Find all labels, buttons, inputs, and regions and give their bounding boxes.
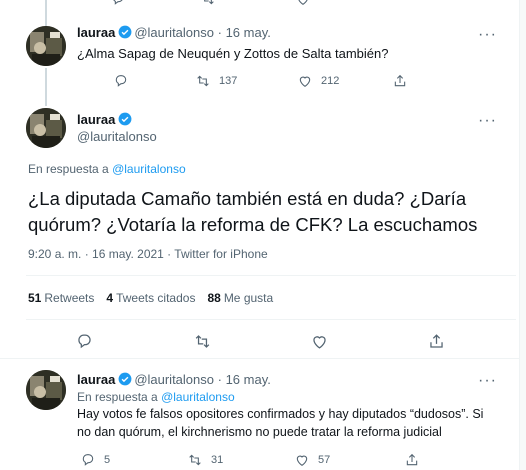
retweet-icon	[195, 335, 210, 348]
reply-icon	[115, 75, 127, 87]
reply-action[interactable]	[75, 332, 193, 351]
main-tweet-text: ¿La diputada Camaño también está en duda…	[28, 188, 478, 235]
author-name[interactable]: lauraa	[77, 25, 115, 40]
divider	[26, 275, 516, 276]
reply-tweet-actions: 5 31 57	[80, 452, 420, 468]
reply-icon	[82, 454, 94, 466]
quotes-stat-label: Tweets citados	[116, 291, 196, 305]
more-options-icon[interactable]: ···	[478, 373, 496, 394]
divider	[26, 319, 516, 320]
top-clipped-actions	[110, 0, 410, 7]
retweet-icon	[189, 454, 201, 466]
heart-icon	[296, 455, 308, 466]
separator-dot: ·	[214, 25, 226, 40]
tweet-thread: lauraa @lauritalonso · 16 may. ··· ¿Alma …	[0, 0, 526, 470]
clipped-reply-action[interactable]	[110, 0, 200, 7]
like-action[interactable]: 57	[294, 452, 404, 468]
author-handle[interactable]: @lauritalonso	[134, 372, 214, 387]
tweet-stats: 51 Retweets 4 Tweets citados 88 Me gusta	[28, 291, 285, 305]
tweet-metadata[interactable]: 9:20 a. m. · 16 may. 2021 · Twitter for …	[28, 247, 268, 261]
share-action[interactable]	[427, 332, 446, 351]
retweet-action[interactable]: 137	[195, 73, 297, 89]
main-tweet-author: lauraa @lauritalonso	[77, 111, 157, 145]
like-action[interactable]: 212	[297, 73, 392, 89]
thread-line-middle	[45, 68, 47, 106]
tweet-text: Hay votos fe falsos opositores confirmad…	[77, 407, 484, 439]
reply-tweet-header: lauraa @lauritalonso · 16 may.	[77, 371, 271, 389]
author-name[interactable]: lauraa	[77, 112, 115, 127]
avatar-photo	[26, 370, 66, 410]
clipped-retweet-action[interactable]	[200, 0, 295, 7]
retweets-stat-label: Retweets	[44, 291, 95, 305]
heart-icon	[313, 336, 326, 349]
verified-badge-icon	[118, 372, 132, 386]
retweets-stat-count: 51	[28, 291, 42, 305]
retweet-icon	[197, 75, 209, 87]
likes-stat-label: Me gusta	[223, 291, 274, 305]
reply-to-handle[interactable]: @lauritalonso	[112, 162, 186, 176]
like-count: 212	[321, 75, 340, 87]
retweet-action[interactable]	[193, 332, 310, 351]
retweet-count: 31	[211, 454, 224, 466]
retweets-stat[interactable]: 51 Retweets	[28, 291, 94, 305]
author-handle[interactable]: @lauritalonso	[134, 25, 214, 40]
reply-context: En respuesta a @lauritalonso	[77, 390, 235, 404]
share-action[interactable]	[392, 73, 408, 89]
author-name[interactable]: lauraa	[77, 372, 115, 387]
reply-prefix: En respuesta a	[77, 390, 158, 404]
separator-dot: ·	[214, 372, 226, 387]
retweet-count: 137	[219, 75, 238, 87]
verified-badge-icon	[118, 25, 132, 39]
avatar[interactable]	[26, 26, 66, 66]
retweet-icon	[204, 0, 214, 5]
more-options-icon[interactable]: ···	[478, 113, 496, 134]
likes-stat-count: 88	[207, 291, 221, 305]
reply-action[interactable]: 5	[80, 452, 187, 468]
thread-line-top	[45, 0, 47, 26]
avatar-photo	[26, 108, 66, 148]
share-action[interactable]	[404, 452, 420, 468]
reply-to-handle[interactable]: @lauritalonso	[161, 390, 235, 404]
reply-icon	[113, 0, 123, 5]
tweet-date[interactable]: 16 may.	[226, 25, 271, 40]
reply-prefix: En respuesta a	[28, 162, 109, 176]
avatar[interactable]	[26, 370, 66, 410]
verified-badge-icon	[118, 112, 132, 126]
main-tweet-actions	[75, 332, 446, 351]
reply-icon	[78, 334, 91, 349]
share-icon	[394, 74, 406, 87]
reply-count: 5	[104, 454, 111, 466]
share-icon	[430, 334, 443, 348]
retweet-action[interactable]: 31	[187, 452, 294, 468]
tweet-text: ¿Alma Sapag de Neuquén y Zottos de Salta…	[77, 46, 389, 61]
heart-icon	[298, 0, 308, 5]
clipped-like-action[interactable]	[295, 0, 311, 7]
top-tweet-actions: 137 212	[113, 73, 408, 89]
like-action[interactable]	[310, 332, 427, 351]
page-scroll-edge	[519, 0, 526, 470]
likes-stat[interactable]: 88 Me gusta	[207, 291, 273, 305]
divider	[0, 358, 526, 359]
avatar[interactable]	[26, 108, 66, 148]
tweet-date[interactable]: 16 may.	[226, 372, 271, 387]
top-tweet-header: lauraa @lauritalonso · 16 may.	[77, 24, 271, 42]
quotes-stat[interactable]: 4 Tweets citados	[106, 291, 195, 305]
avatar-photo	[26, 26, 66, 66]
reply-action[interactable]	[113, 73, 195, 89]
share-icon	[406, 453, 418, 466]
like-count: 57	[318, 454, 331, 466]
quotes-stat-count: 4	[106, 291, 114, 305]
reply-context: En respuesta a @lauritalonso	[28, 162, 186, 176]
author-handle[interactable]: @lauritalonso	[77, 128, 157, 145]
heart-icon	[299, 76, 311, 87]
